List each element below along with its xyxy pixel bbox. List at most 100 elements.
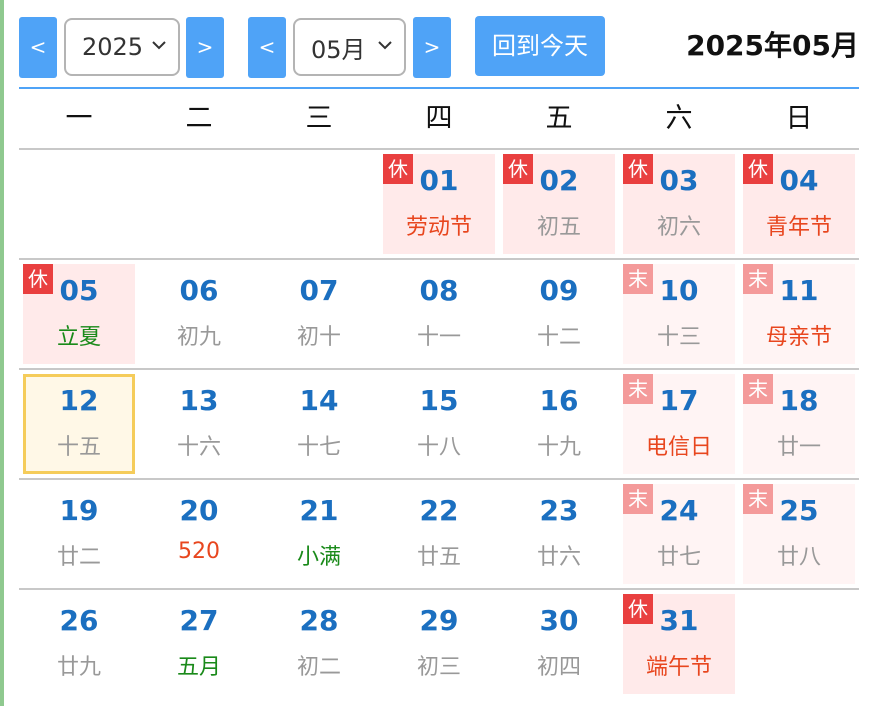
day-cell[interactable]: 末 18 廿一 — [743, 374, 855, 474]
day-number: 06 — [179, 274, 219, 307]
calendar-toolbar: < 2025 > < 05月 > 回到今天 2025年05月 — [19, 0, 859, 89]
day-cell[interactable]: 22 廿五 — [383, 484, 495, 584]
day-cell[interactable]: 休 02 初五 — [503, 154, 615, 254]
prev-month-button[interactable]: < — [248, 17, 286, 78]
day-number: 15 — [419, 384, 459, 417]
weekday-label: 四 — [425, 103, 453, 134]
day-number: 26 — [59, 604, 99, 637]
next-month-button[interactable]: > — [413, 17, 451, 78]
lunar-or-festival-label: 十八 — [416, 435, 461, 460]
prev-year-button[interactable]: < — [19, 17, 57, 78]
day-cell[interactable]: 21 小满 — [263, 484, 375, 584]
calendar-widget: < 2025 > < 05月 > 回到今天 2025年05月 一 二 三 四 五… — [19, 0, 859, 700]
month-select-value: 05月 — [311, 35, 366, 64]
weekday-label: 五 — [545, 103, 573, 134]
day-number: 04 — [779, 164, 819, 197]
lunar-or-festival-label: 廿二 — [56, 545, 101, 570]
day-cell[interactable]: 休 31 端午节 — [623, 594, 735, 694]
day-number: 11 — [779, 274, 819, 307]
calendar-title: 2025年05月 — [686, 29, 859, 62]
day-cell[interactable]: 26 廿九 — [23, 594, 135, 694]
lunar-or-festival-label: 小满 — [296, 545, 341, 570]
week-row: 休 01 劳动节休 02 初五休 03 初六休 04 青年节 — [19, 150, 859, 260]
week-row: 19 廿二 20 520 21 小满 22 廿五 23 廿六末 24 廿七末 25 廿八 — [19, 480, 859, 590]
day-cell[interactable]: 27 五月 — [143, 594, 255, 694]
day-cell[interactable]: 休 05 立夏 — [23, 264, 135, 364]
day-cell[interactable]: 休 03 初六 — [623, 154, 735, 254]
weekday-label: 日 — [785, 103, 813, 134]
day-cell[interactable]: 19 廿二 — [23, 484, 135, 584]
month-select[interactable]: 05月 — [293, 18, 406, 76]
day-cell[interactable]: 末 25 廿八 — [743, 484, 855, 584]
day-number: 22 — [419, 494, 459, 527]
day-cell[interactable]: 20 520 — [143, 484, 255, 584]
day-cell[interactable]: 09 十二 — [503, 264, 615, 364]
lunar-or-festival-label: 青年节 — [765, 215, 832, 240]
week-row: 休 05 立夏 06 初九 07 初十 08 十一 09 十二末 10 十三末 11 母亲节 — [19, 260, 859, 370]
day-number: 28 — [299, 604, 339, 637]
day-cell[interactable]: 07 初十 — [263, 264, 375, 364]
day-number: 17 — [659, 384, 699, 417]
day-cell[interactable]: 30 初四 — [503, 594, 615, 694]
day-number: 27 — [179, 604, 219, 637]
day-cell[interactable]: 08 十一 — [383, 264, 495, 364]
lunar-or-festival-label: 十三 — [656, 325, 701, 350]
day-number: 10 — [659, 274, 699, 307]
lunar-or-festival-label: 十二 — [536, 325, 581, 350]
year-select[interactable]: 2025 — [64, 18, 180, 76]
day-cell[interactable]: 末 10 十三 — [623, 264, 735, 364]
lunar-or-festival-label: 母亲节 — [765, 325, 832, 350]
day-cell[interactable]: 休 01 劳动节 — [383, 154, 495, 254]
day-cell[interactable]: 13 十六 — [143, 374, 255, 474]
lunar-or-festival-label: 初九 — [176, 325, 221, 350]
day-cell[interactable]: 16 十九 — [503, 374, 615, 474]
day-cell[interactable]: 14 十七 — [263, 374, 375, 474]
day-cell-today[interactable]: 12 十五 — [23, 374, 135, 474]
lunar-or-festival-label: 廿八 — [776, 545, 821, 570]
weekday-header: 一 二 三 四 五 六 日 — [19, 88, 859, 150]
weekday-label: 三 — [305, 103, 333, 134]
lunar-or-festival-label: 五月 — [176, 655, 221, 680]
day-number: 23 — [539, 494, 579, 527]
day-cell[interactable]: 末 24 廿七 — [623, 484, 735, 584]
day-cell[interactable]: 休 04 青年节 — [743, 154, 855, 254]
day-number: 20 — [179, 494, 219, 527]
day-number: 05 — [59, 274, 99, 307]
lunar-or-festival-label: 廿七 — [656, 545, 701, 570]
weekday-label: 二 — [185, 103, 213, 134]
lunar-or-festival-label: 十一 — [416, 325, 461, 350]
day-cell[interactable]: 15 十八 — [383, 374, 495, 474]
lunar-or-festival-label: 初五 — [536, 215, 581, 240]
left-accent-bar — [0, 0, 4, 706]
lunar-or-festival-label: 廿九 — [56, 655, 101, 680]
day-number: 02 — [539, 164, 579, 197]
lunar-or-festival-label: 廿五 — [416, 545, 461, 570]
lunar-or-festival-label: 十七 — [296, 435, 341, 460]
back-to-today-button[interactable]: 回到今天 — [475, 16, 605, 76]
day-number: 31 — [659, 604, 699, 637]
day-number: 30 — [539, 604, 579, 637]
chevron-down-icon — [152, 41, 166, 50]
week-row: 26 廿九 27 五月 28 初二 29 初三 30 初四 休 31 端午节 — [19, 590, 859, 700]
weekday-label: 一 — [65, 103, 93, 134]
lunar-or-festival-label: 十五 — [56, 435, 101, 460]
lunar-or-festival-label: 初十 — [296, 325, 341, 350]
day-cell[interactable]: 06 初九 — [143, 264, 255, 364]
day-cell[interactable]: 23 廿六 — [503, 484, 615, 584]
next-year-button[interactable]: > — [186, 17, 224, 78]
calendar-grid: 休 01 劳动节休 02 初五休 03 初六休 04 青年节休 05 立夏 06 初九 07 初十 08 十一 0… — [19, 150, 859, 700]
lunar-or-festival-label: 初三 — [416, 655, 461, 680]
weekday-label: 六 — [665, 103, 693, 134]
lunar-or-festival-label: 十六 — [176, 435, 221, 460]
day-cell[interactable]: 末 17 电信日 — [623, 374, 735, 474]
day-number: 03 — [659, 164, 699, 197]
lunar-or-festival-label: 初四 — [536, 655, 581, 680]
day-cell[interactable]: 29 初三 — [383, 594, 495, 694]
day-number: 16 — [539, 384, 579, 417]
chevron-down-icon — [378, 41, 392, 50]
day-number: 08 — [419, 274, 459, 307]
week-row: 12 十五 13 十六 14 十七 15 十八 16 十九末 17 电信日末 18 廿一 — [19, 370, 859, 480]
day-number: 19 — [59, 494, 99, 527]
day-cell[interactable]: 末 11 母亲节 — [743, 264, 855, 364]
day-cell[interactable]: 28 初二 — [263, 594, 375, 694]
